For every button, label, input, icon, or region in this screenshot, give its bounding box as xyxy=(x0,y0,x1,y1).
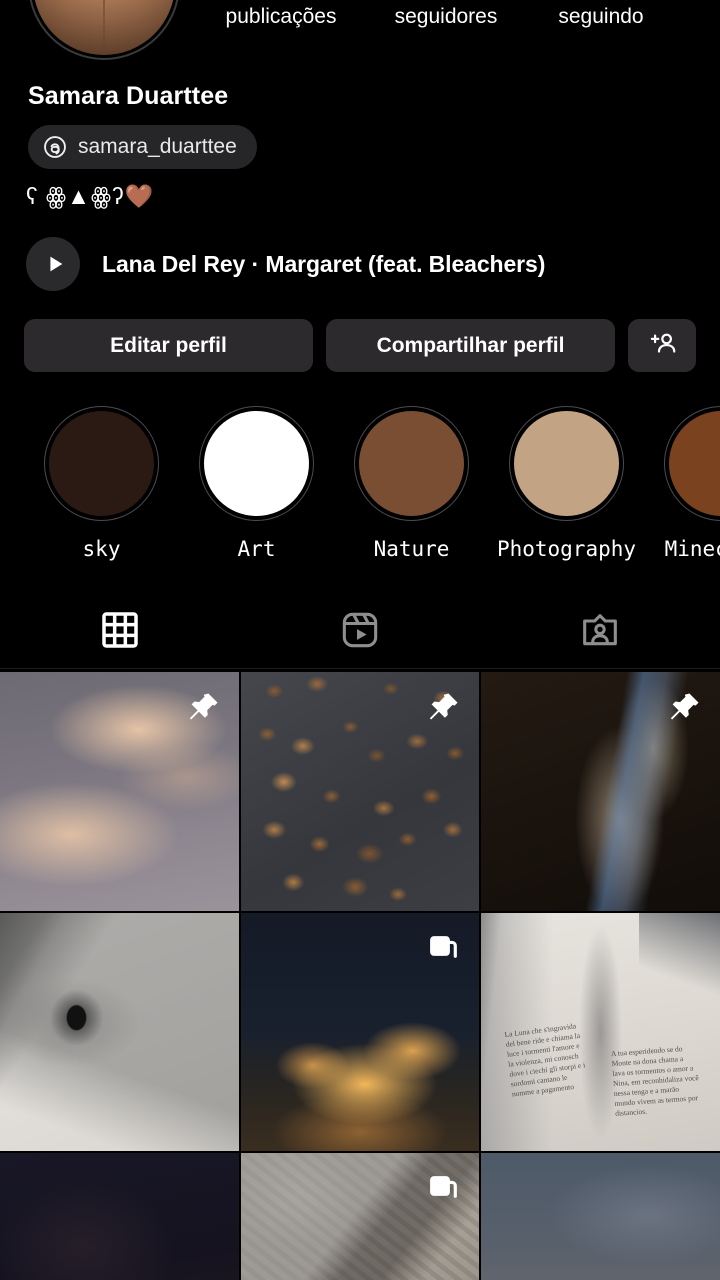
post-grid: La Luna che s'ingravida del bene ride e … xyxy=(0,672,720,1280)
post-image xyxy=(0,1153,239,1280)
profile-display-name: Samara Duarttee xyxy=(28,82,229,110)
play-icon[interactable] xyxy=(26,237,80,291)
share-profile-button[interactable]: Compartilhar perfil xyxy=(326,319,615,372)
instagram-profile-screen: publicações seguidores seguindo Samara D… xyxy=(0,0,720,1280)
reels-icon xyxy=(340,610,380,655)
highlight-ring xyxy=(354,406,469,521)
highlight-label: sky xyxy=(82,537,121,561)
avatar-image xyxy=(33,0,175,55)
highlight-label: Nature xyxy=(373,537,450,561)
grid-post[interactable] xyxy=(240,1153,480,1280)
pin-icon xyxy=(666,690,702,726)
stat-posts-label: publicações xyxy=(225,5,337,28)
highlight-cover xyxy=(359,411,464,516)
grid-post[interactable] xyxy=(0,912,239,1152)
avatar[interactable] xyxy=(28,0,180,60)
carousel-icon xyxy=(425,1171,461,1207)
music-track-label: Lana Del Rey · Margaret (feat. Bleachers… xyxy=(102,250,546,277)
stat-following-label: seguindo xyxy=(558,5,644,28)
highlight-item[interactable]: sky xyxy=(24,406,179,561)
profile-stats: publicações seguidores seguindo xyxy=(196,0,720,56)
pin-icon xyxy=(185,690,221,726)
book-text-right: A tua esperidendo se do Monte na dona ch… xyxy=(610,1044,699,1119)
highlight-label: Photography xyxy=(496,537,637,561)
highlight-ring xyxy=(509,406,624,521)
highlight-cover xyxy=(204,411,309,516)
stat-posts[interactable]: publicações xyxy=(196,0,366,34)
book-shadow xyxy=(638,912,720,1004)
post-image: La Luna che s'ingravida del bene ride e … xyxy=(481,912,720,1152)
tab-reels[interactable] xyxy=(240,597,480,668)
stat-following[interactable]: seguindo xyxy=(526,0,676,34)
grid-post[interactable] xyxy=(0,672,239,911)
grid-post[interactable] xyxy=(481,672,720,911)
carousel-icon xyxy=(425,931,461,967)
highlight-ring xyxy=(199,406,314,521)
book-text-left: La Luna che s'ingravida del bene ride e … xyxy=(503,1021,586,1099)
edit-profile-button[interactable]: Editar perfil xyxy=(24,319,313,372)
post-image xyxy=(0,912,239,1152)
profile-bio: ʕ ꙮ▲ꙮʔ🤎 xyxy=(26,181,720,211)
grid-post[interactable] xyxy=(481,1153,720,1280)
threads-badge[interactable]: samara_duarttee xyxy=(28,125,257,169)
bio-text: ʕ ꙮ▲ꙮʔ xyxy=(26,183,125,209)
highlight-item[interactable]: Nature xyxy=(334,406,489,561)
grid-post[interactable] xyxy=(240,672,480,911)
highlight-cover xyxy=(514,411,619,516)
story-highlights: sky Art Nature Photography Minecraft xyxy=(0,406,720,561)
highlight-label: Minecraft xyxy=(664,537,720,561)
stat-followers[interactable]: seguidores xyxy=(366,0,526,34)
highlight-label: Art xyxy=(237,537,276,561)
tagged-icon xyxy=(580,610,620,655)
tab-grid[interactable] xyxy=(0,597,240,668)
grid-post[interactable] xyxy=(0,1153,239,1280)
threads-logo-icon xyxy=(42,134,68,160)
highlight-cover xyxy=(49,411,154,516)
profile-music[interactable]: Lana Del Rey · Margaret (feat. Bleachers… xyxy=(26,237,720,291)
add-person-button[interactable] xyxy=(628,319,696,372)
profile-actions: Editar perfil Compartilhar perfil xyxy=(24,319,696,372)
grid-post[interactable] xyxy=(240,912,480,1152)
highlight-item[interactable]: Photography xyxy=(489,406,644,561)
profile-tabs xyxy=(0,597,720,669)
grid-post[interactable]: La Luna che s'ingravida del bene ride e … xyxy=(481,912,720,1152)
add-person-icon xyxy=(647,329,677,363)
highlight-item[interactable]: Minecraft xyxy=(644,406,720,561)
highlight-item[interactable]: Art xyxy=(179,406,334,561)
threads-handle: samara_duarttee xyxy=(78,135,237,158)
stat-followers-label: seguidores xyxy=(394,5,498,28)
grid-icon xyxy=(100,610,140,655)
highlight-cover xyxy=(669,411,720,516)
highlight-ring xyxy=(664,406,720,521)
profile-header: publicações seguidores seguindo xyxy=(0,0,720,60)
pin-icon xyxy=(425,690,461,726)
highlight-ring xyxy=(44,406,159,521)
bio-heart-emoji: 🤎 xyxy=(124,183,154,209)
tab-tagged[interactable] xyxy=(480,597,720,668)
post-image xyxy=(481,1153,720,1280)
